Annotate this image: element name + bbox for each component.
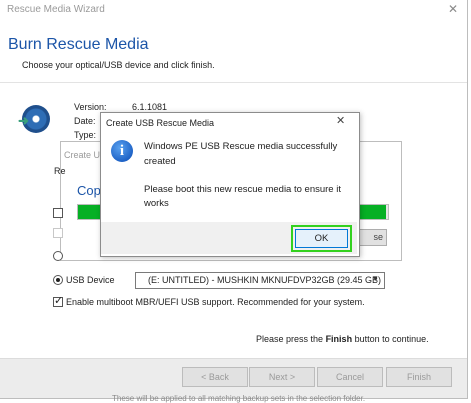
finish-note-bold: Finish bbox=[325, 334, 353, 344]
info-icon: i bbox=[111, 140, 133, 162]
options-label: Re bbox=[54, 166, 66, 176]
iso-radio[interactable] bbox=[53, 251, 63, 261]
version-value: 6.1.1081 bbox=[132, 102, 168, 112]
option-checkbox-1[interactable] bbox=[53, 208, 63, 218]
usb-device-radio-dot bbox=[56, 278, 60, 282]
copy-dialog-title: Create U bbox=[64, 150, 101, 160]
close-icon[interactable]: ✕ bbox=[336, 114, 345, 127]
type-label: Type: bbox=[74, 130, 97, 140]
window-close-icon[interactable]: ✕ bbox=[448, 2, 458, 16]
multiboot-label: Enable multiboot MBR/UEFI USB support. R… bbox=[66, 297, 365, 307]
finish-instructions: Please press the Finish button to contin… bbox=[256, 334, 429, 344]
window-title: Rescue Media Wizard bbox=[7, 4, 105, 15]
next-button[interactable]: Next > bbox=[249, 367, 315, 387]
message-line-2: created bbox=[144, 156, 176, 167]
message-line-1: Windows PE USB Rescue media successfully bbox=[144, 141, 338, 152]
date-label: Date: bbox=[74, 116, 96, 126]
usb-device-select-value: (E: UNTITLED) - MUSHKIN MKNUFDVP32GB (29… bbox=[148, 275, 382, 285]
option-checkbox-2[interactable] bbox=[53, 228, 63, 238]
page-title: Burn Rescue Media bbox=[8, 36, 149, 53]
chevron-down-icon[interactable]: ▾ bbox=[373, 273, 378, 284]
finish-note-prefix: Please press the bbox=[256, 334, 324, 344]
page-subtitle: Choose your optical/USB device and click… bbox=[22, 60, 215, 70]
message-box-title: Create USB Rescue Media bbox=[106, 118, 215, 128]
version-label: Version: bbox=[74, 102, 107, 112]
checkmark-icon: ✓ bbox=[54, 295, 64, 307]
message-line-3: Please boot this new rescue media to ens… bbox=[144, 184, 341, 195]
finish-note-suffix: button to continue. bbox=[354, 334, 429, 344]
back-button[interactable]: < Back bbox=[182, 367, 248, 387]
ok-button[interactable]: OK bbox=[295, 229, 348, 248]
bottom-note: These will be applied to all matching ba… bbox=[112, 394, 366, 403]
arrow-right-icon: ➜ bbox=[18, 113, 29, 128]
usb-device-label: USB Device bbox=[66, 275, 115, 285]
cancel-button[interactable]: Cancel bbox=[317, 367, 383, 387]
finish-button[interactable]: Finish bbox=[386, 367, 452, 387]
message-line-4: works bbox=[144, 198, 169, 209]
